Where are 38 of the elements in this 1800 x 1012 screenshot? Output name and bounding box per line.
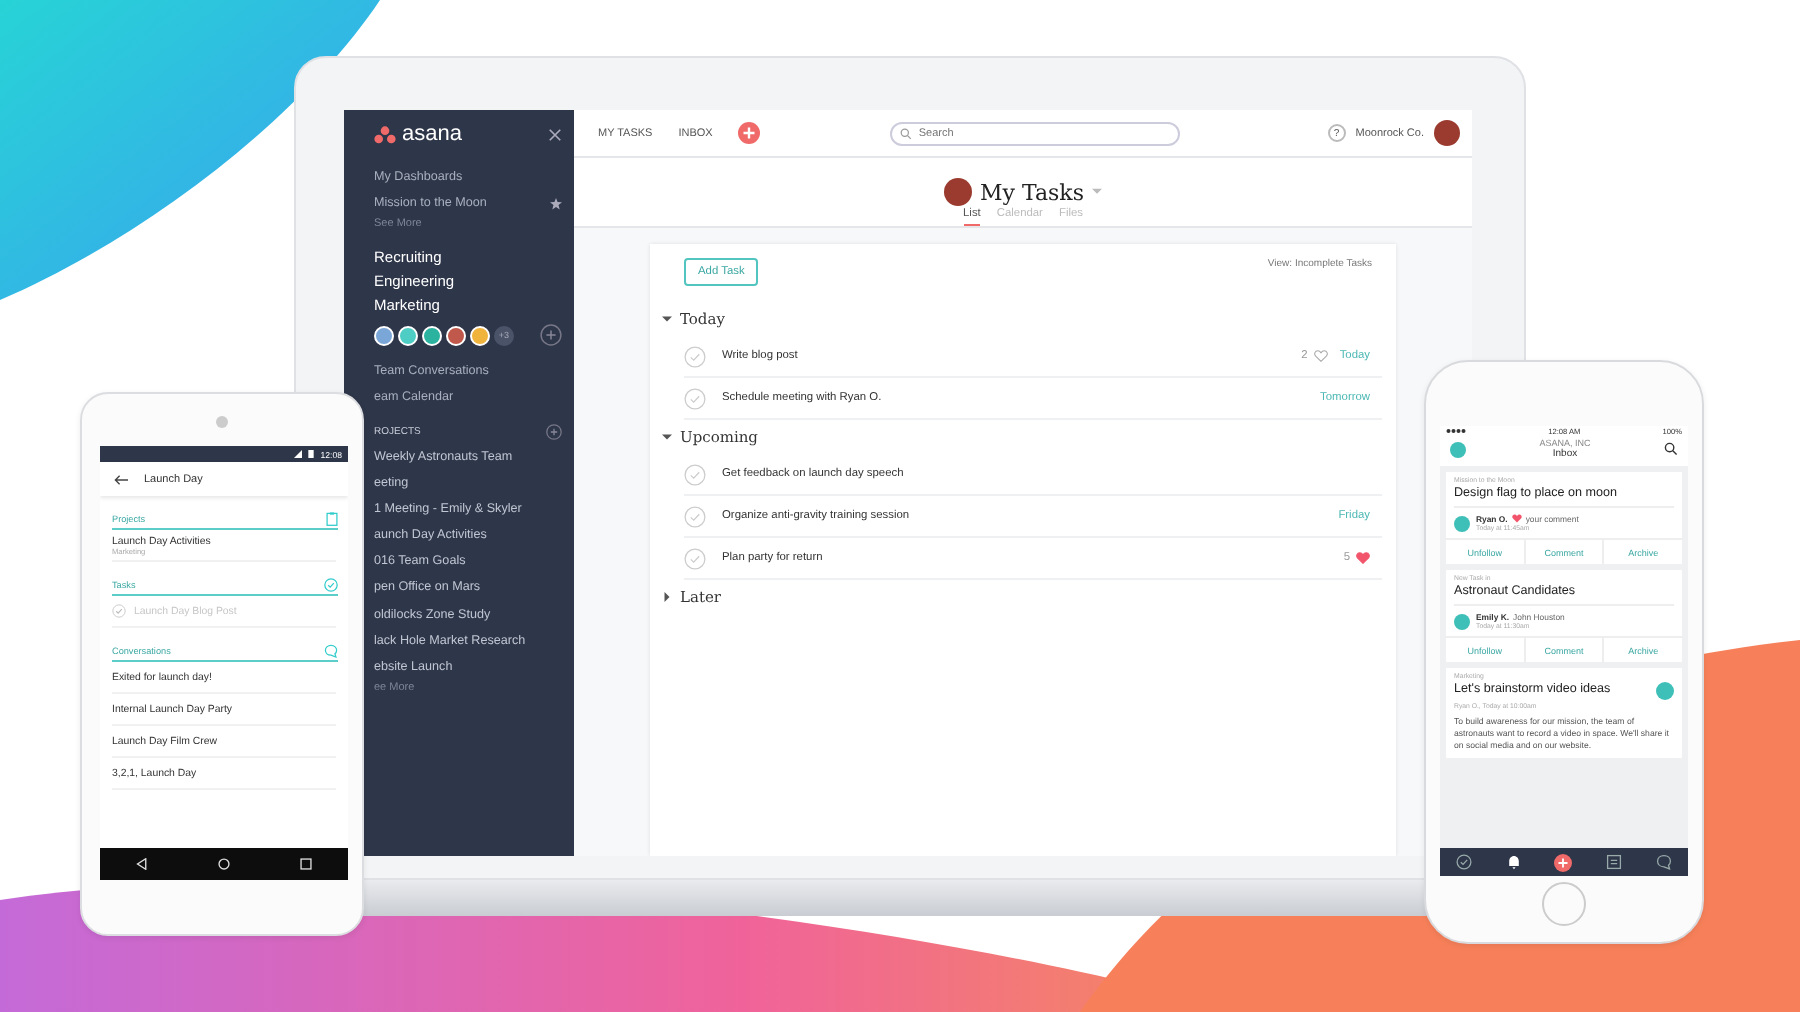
add-icon[interactable] (1554, 853, 1573, 871)
avatar (1454, 613, 1470, 629)
logo-text: asana (402, 122, 462, 146)
checkmark-icon[interactable] (112, 604, 126, 618)
speech-bubble-icon[interactable] (1655, 854, 1672, 870)
back-arrow-icon[interactable] (114, 473, 128, 485)
avatar (1454, 515, 1470, 531)
speech-bubble-icon (324, 643, 338, 657)
check-circle-icon (324, 577, 338, 591)
heart-icon[interactable] (1356, 552, 1370, 564)
search-icon[interactable] (1664, 442, 1678, 456)
back-icon[interactable] (135, 858, 148, 870)
search-icon (900, 127, 913, 139)
checkmark-icon[interactable] (684, 505, 706, 527)
expanded-caret-icon[interactable] (662, 314, 672, 324)
recents-icon[interactable] (300, 858, 313, 870)
checkmark-icon[interactable] (684, 387, 706, 409)
expanded-caret-icon[interactable] (662, 432, 672, 442)
page-title: My Tasks (980, 179, 1084, 205)
battery-icon (308, 450, 315, 458)
clipboard-icon (326, 511, 338, 525)
avatar (1656, 682, 1674, 700)
checkmark-icon[interactable] (684, 345, 706, 367)
logo-icon (374, 125, 396, 143)
home-icon[interactable] (217, 858, 230, 870)
collapsed-caret-icon[interactable] (662, 592, 672, 602)
avatar[interactable] (1434, 120, 1460, 146)
list-icon[interactable] (1606, 854, 1623, 870)
bell-icon[interactable] (1505, 854, 1522, 870)
signal-icon (1446, 428, 1466, 434)
check-circle-icon[interactable] (1456, 854, 1473, 870)
signal-icon (294, 450, 303, 458)
checkmark-icon[interactable] (684, 547, 706, 569)
close-icon[interactable] (548, 127, 562, 141)
avatar (944, 178, 972, 206)
inbox-card[interactable] (1446, 668, 1682, 758)
star-icon[interactable] (550, 197, 562, 209)
checkmark-icon[interactable] (684, 463, 706, 485)
